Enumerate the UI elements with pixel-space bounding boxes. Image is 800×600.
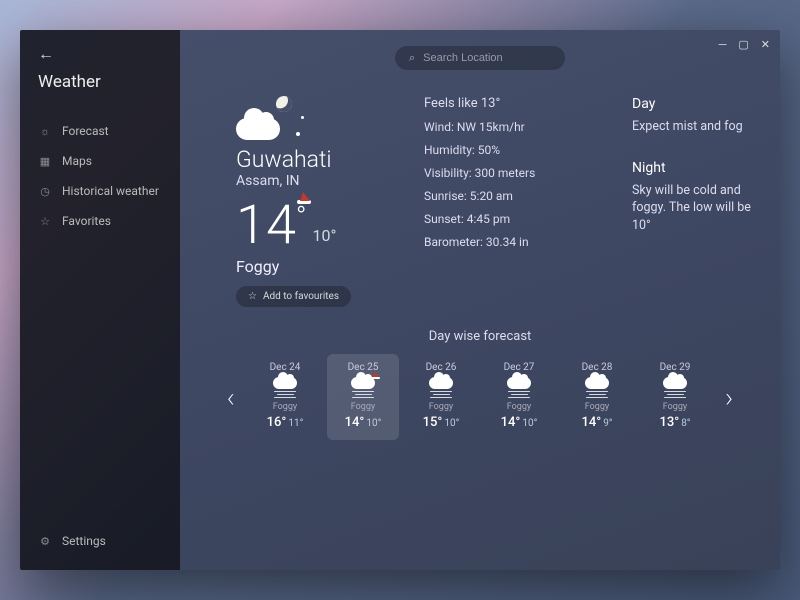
forecast-date: Dec 29 xyxy=(643,362,707,373)
minimize-button[interactable]: ─ xyxy=(719,38,727,51)
feels-like: Feels like 13° xyxy=(424,96,594,111)
santa-hat-icon xyxy=(297,194,311,204)
forecast-condition: Foggy xyxy=(643,402,707,412)
foggy-icon xyxy=(426,377,456,399)
forecast-row: ‹ Dec 24Foggy16°11°Dec 25Foggy14°10°Dec … xyxy=(180,344,780,458)
day-summary-title: Day xyxy=(632,96,752,112)
summary-column: Day Expect mist and fog Night Sky will b… xyxy=(632,96,752,307)
app-title: Weather xyxy=(20,72,180,116)
forecast-day[interactable]: Dec 29 Foggy 13°8° xyxy=(639,354,711,440)
sidebar-item-maps[interactable]: ▦ Maps xyxy=(20,146,180,176)
temperature-low: 10° xyxy=(313,226,337,245)
map-icon: ▦ xyxy=(38,155,52,168)
back-arrow-icon: ← xyxy=(38,44,54,63)
nav-label: Favorites xyxy=(62,214,111,228)
forecast-day[interactable]: Dec 26 Foggy 15°10° xyxy=(405,354,477,440)
night-summary-title: Night xyxy=(632,160,752,176)
add-favorites-button[interactable]: ☆ Add to favourites xyxy=(236,286,351,307)
search-input[interactable] xyxy=(423,52,551,64)
star-icon: ☆ xyxy=(38,215,52,228)
barometer: Barometer: 30.34 in xyxy=(424,235,594,249)
visibility: Visibility: 300 meters xyxy=(424,166,594,180)
foggy-icon xyxy=(504,377,534,399)
forecast-temps: 13°8° xyxy=(643,415,707,430)
settings-label: Settings xyxy=(62,534,106,548)
window-controls: ─ ▢ ✕ xyxy=(719,38,770,51)
forecast-condition: Foggy xyxy=(253,402,317,412)
foggy-icon xyxy=(582,377,612,399)
forecast-date: Dec 25 xyxy=(331,362,395,373)
forecast-prev-button[interactable]: ‹ xyxy=(219,381,243,414)
region-name: Assam, IN xyxy=(236,173,386,189)
history-icon: ◷ xyxy=(38,185,52,198)
forecast-day[interactable]: Dec 28 Foggy 14°9° xyxy=(561,354,633,440)
fav-label: Add to favourites xyxy=(263,291,339,302)
santa-hat-icon xyxy=(371,372,380,379)
forecast-day[interactable]: Dec 24 Foggy 16°11° xyxy=(249,354,321,440)
forecast-date: Dec 24 xyxy=(253,362,317,373)
nav: ☼ Forecast ▦ Maps ◷ Historical weather ☆ Favori… xyxy=(20,116,180,526)
star-icon: ☆ xyxy=(248,291,257,302)
details-column: Feels like 13° Wind: NW 15km/hr Humidity… xyxy=(424,96,594,307)
foggy-icon xyxy=(348,377,378,399)
cloudy-night-icon xyxy=(236,96,296,140)
forecast-condition: Foggy xyxy=(331,402,395,412)
forecast-day[interactable]: Dec 27 Foggy 14°10° xyxy=(483,354,555,440)
forecast-condition: Foggy xyxy=(565,402,629,412)
forecast-condition: Foggy xyxy=(487,402,551,412)
forecast-temps: 14°10° xyxy=(331,415,395,430)
night-summary-body: Sky will be cold and foggy. The low will… xyxy=(632,182,752,235)
sun-icon: ☼ xyxy=(38,125,52,138)
foggy-icon xyxy=(270,377,300,399)
nav-label: Forecast xyxy=(62,124,109,138)
app-window: ← Weather ☼ Forecast ▦ Maps ◷ Historical weat… xyxy=(20,30,780,570)
sidebar: ← Weather ☼ Forecast ▦ Maps ◷ Historical weat… xyxy=(20,30,180,570)
sunrise: Sunrise: 5:20 am xyxy=(424,189,594,203)
gear-icon: ⚙ xyxy=(38,535,52,548)
forecast-day[interactable]: Dec 25 Foggy 14°10° xyxy=(327,354,399,440)
sunset: Sunset: 4:45 pm xyxy=(424,212,594,226)
wind: Wind: NW 15km/hr xyxy=(424,120,594,134)
forecast-temps: 14°10° xyxy=(487,415,551,430)
humidity: Humidity: 50% xyxy=(424,143,594,157)
temperature-high: 14° xyxy=(236,199,307,253)
sidebar-item-forecast[interactable]: ☼ Forecast xyxy=(20,116,180,146)
foggy-icon xyxy=(660,377,690,399)
sidebar-item-historical-weather[interactable]: ◷ Historical weather xyxy=(20,176,180,206)
forecast-temps: 16°11° xyxy=(253,415,317,430)
forecast-date: Dec 28 xyxy=(565,362,629,373)
forecast-temps: 14°9° xyxy=(565,415,629,430)
condition-label: Foggy xyxy=(236,257,386,276)
close-button[interactable]: ✕ xyxy=(761,38,770,51)
day-summary-body: Expect mist and fog xyxy=(632,118,752,136)
back-button[interactable]: ← xyxy=(20,44,180,72)
nav-label: Historical weather xyxy=(62,184,159,198)
forecast-condition: Foggy xyxy=(409,402,473,412)
forecast-temps: 15°10° xyxy=(409,415,473,430)
maximize-button[interactable]: ▢ xyxy=(738,38,748,51)
forecast-date: Dec 26 xyxy=(409,362,473,373)
forecast-next-button[interactable]: › xyxy=(717,381,741,414)
sidebar-item-settings[interactable]: ⚙ Settings xyxy=(20,526,180,556)
forecast-title: Day wise forecast xyxy=(180,329,780,344)
sidebar-item-favorites[interactable]: ☆ Favorites xyxy=(20,206,180,236)
main-panel: ─ ▢ ✕ ⌕ Guwahati Assam, IN 14° xyxy=(180,30,780,570)
search-box[interactable]: ⌕ xyxy=(395,46,565,70)
forecast-date: Dec 27 xyxy=(487,362,551,373)
current-weather: Guwahati Assam, IN 14° 10° Foggy ☆ Add t… xyxy=(236,96,386,307)
nav-label: Maps xyxy=(62,154,92,168)
search-icon: ⌕ xyxy=(409,51,415,65)
city-name: Guwahati xyxy=(236,146,386,173)
